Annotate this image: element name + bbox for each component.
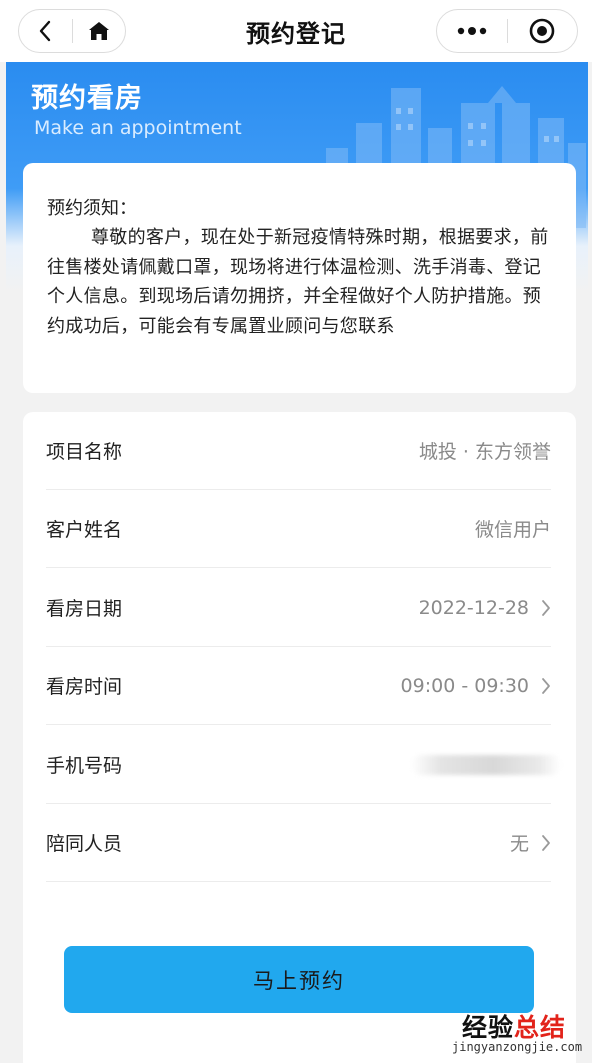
watermark-text-accent: 总结 xyxy=(514,1013,567,1042)
watermark-logo: 经验总结 xyxy=(462,1008,566,1044)
visit-date-picker[interactable]: 2022-12-28 xyxy=(419,597,551,619)
more-dots-icon xyxy=(457,27,486,35)
nav-bar: 预约登记 xyxy=(0,0,592,62)
watermark-url: jingyanzongjie.com xyxy=(452,1040,583,1054)
project-name-value: 城投 · 东方领誉 xyxy=(418,441,551,463)
phone-label: 手机号码 xyxy=(46,755,123,777)
visit-time-value: 09:00 - 09:30 xyxy=(400,674,529,697)
chevron-right-icon xyxy=(542,599,550,616)
phone-value-redacted xyxy=(411,754,561,775)
notice-body: 尊敬的客户，现在处于新冠疫情特殊时期，根据要求，前往售楼处请佩戴口罩，现场将进行… xyxy=(47,227,549,337)
target-circle-icon xyxy=(529,18,555,44)
close-button[interactable] xyxy=(508,10,578,52)
visit-date-label: 看房日期 xyxy=(46,598,123,620)
phone-input[interactable] xyxy=(411,754,561,775)
form-row-companion[interactable]: 陪同人员 无 xyxy=(46,804,551,882)
customer-name-value[interactable]: 微信用户 xyxy=(475,515,551,542)
chevron-right-icon xyxy=(542,677,550,694)
visit-time-picker[interactable]: 09:00 - 09:30 xyxy=(401,675,551,697)
watermark-text-main: 经验 xyxy=(462,1013,515,1042)
companion-label: 陪同人员 xyxy=(46,833,123,855)
book-now-button[interactable]: 马上预约 xyxy=(64,946,534,1013)
form-row-phone: 手机号码 xyxy=(46,726,561,804)
form-row-customer: 客户姓名 微信用户 xyxy=(46,490,551,568)
form-row-time[interactable]: 看房时间 09:00 - 09:30 xyxy=(46,647,551,725)
banner-title: 预约看房 xyxy=(31,83,143,114)
visit-date-value: 2022-12-28 xyxy=(418,596,529,619)
companion-picker[interactable]: 无 xyxy=(510,829,551,856)
notice-card: 预约须知： 尊敬的客户，现在处于新冠疫情特殊时期，根据要求，前往售楼处请佩戴口罩… xyxy=(23,163,576,393)
customer-name-label: 客户姓名 xyxy=(46,519,123,541)
project-name-label: 项目名称 xyxy=(46,441,123,463)
visit-time-label: 看房时间 xyxy=(46,676,123,698)
more-button[interactable] xyxy=(437,10,507,52)
form-row-project: 项目名称 城投 · 东方领誉 xyxy=(46,412,551,490)
companion-value: 无 xyxy=(509,833,529,855)
notice-heading: 预约须知： xyxy=(47,198,137,219)
nav-capsule-right xyxy=(436,9,578,53)
banner-subtitle: Make an appointment xyxy=(34,117,242,139)
form-row-date[interactable]: 看房日期 2022-12-28 xyxy=(46,569,551,647)
chevron-right-icon xyxy=(542,834,550,851)
